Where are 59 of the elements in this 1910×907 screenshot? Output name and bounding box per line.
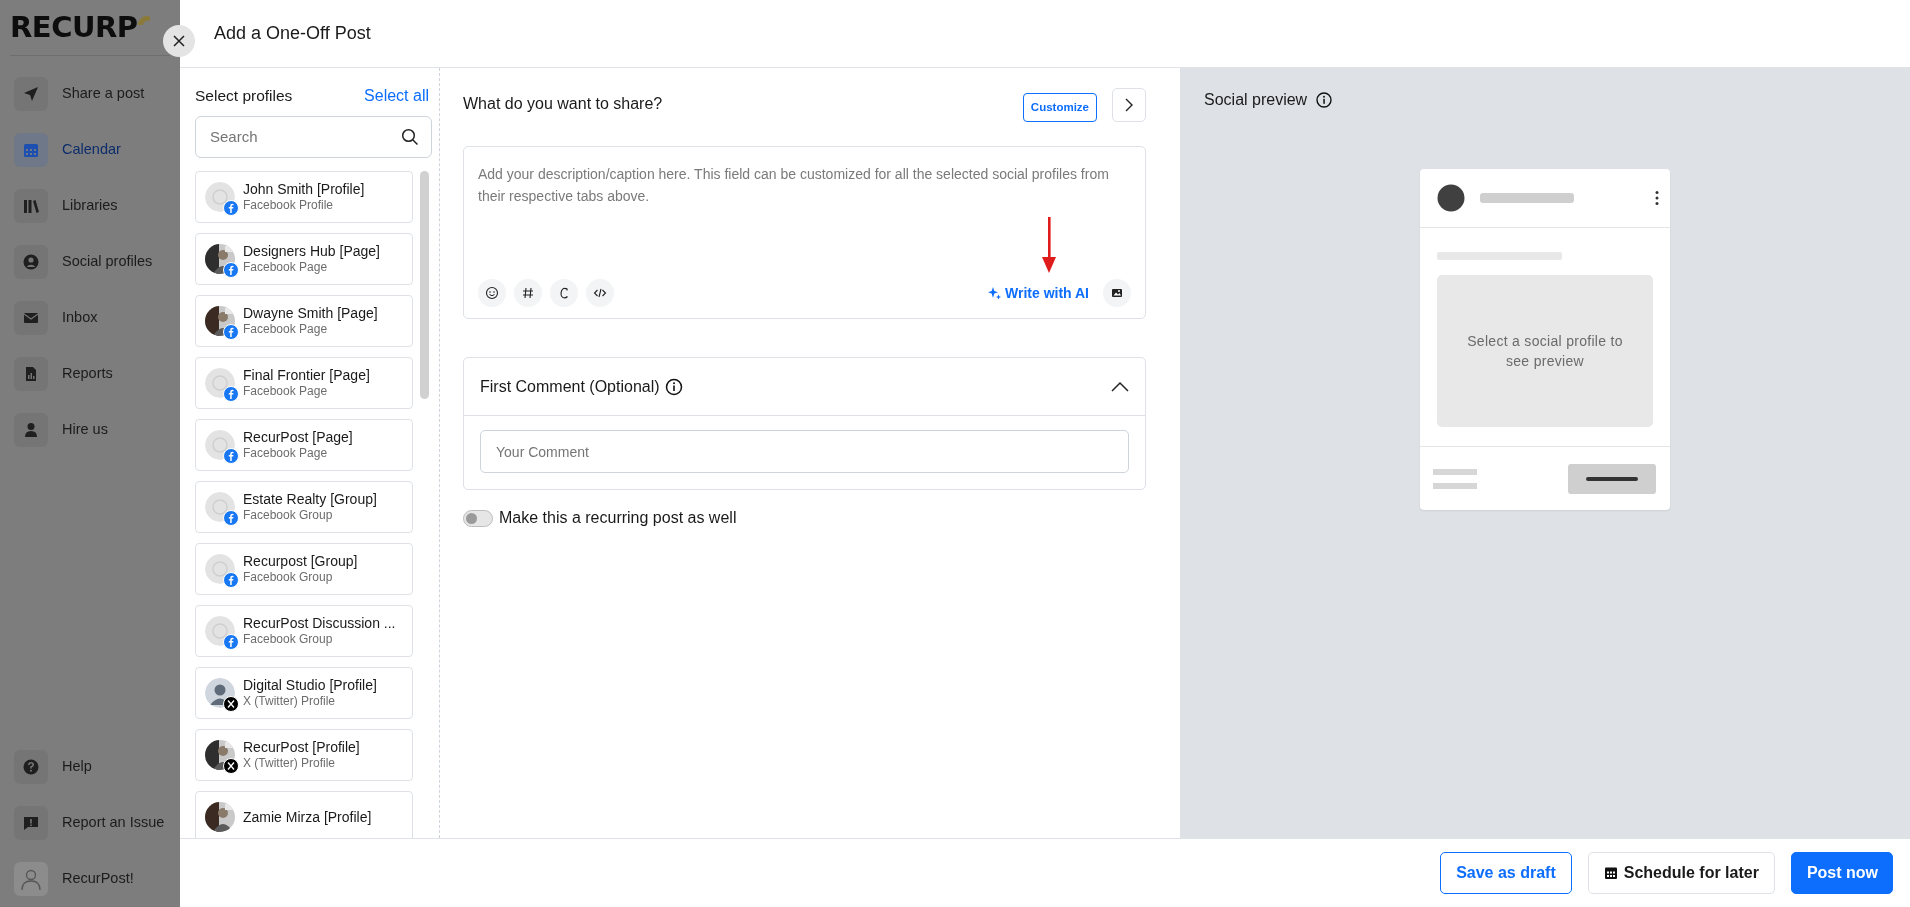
caption-editor[interactable]: Add your description/caption here. This field can be customized for all the selected social profiles from their respective tabs above. Write with AI: [463, 146, 1146, 319]
profile-card[interactable]: Digital Studio [Profile] X (Twitter) Profile: [195, 667, 413, 719]
profile-name: Dwayne Smith [Page]: [243, 305, 378, 322]
profile-card[interactable]: Estate Realty [Group] Facebook Group: [195, 481, 413, 533]
toggle-label: Make this a recurring post as well: [499, 508, 737, 528]
nav-label[interactable]: Hire us: [62, 419, 108, 441]
profile-card[interactable]: RecurPost [Page] Facebook Page: [195, 419, 413, 471]
profile-card[interactable]: RecurPost [Profile] X (Twitter) Profile: [195, 729, 413, 781]
nav-label[interactable]: Report an Issue: [62, 812, 165, 834]
search-field[interactable]: Search: [195, 116, 432, 158]
schedule-button[interactable]: Schedule for later: [1587, 852, 1775, 894]
profile-card[interactable]: Designers Hub [Page] Facebook Page: [195, 233, 413, 285]
profile-name: RecurPost [Profile]: [243, 739, 360, 756]
profile-type: Facebook Page: [243, 384, 329, 399]
nav-label[interactable]: Libraries: [62, 195, 118, 217]
profile-type: Facebook Page: [243, 322, 329, 337]
profile-name: Designers Hub [Page]: [243, 243, 380, 260]
profile-name: Estate Realty [Group]: [243, 491, 377, 508]
section-title: What do you want to share?: [463, 94, 663, 114]
nav-label[interactable]: Inbox: [62, 307, 98, 329]
post-now-button[interactable]: Post now: [1790, 852, 1893, 894]
preview-message: Select a social profile to see preview: [1437, 275, 1653, 427]
customize-button[interactable]: Customize: [1022, 93, 1097, 122]
select-all-link[interactable]: Select all: [364, 84, 429, 108]
profile-name: Zamie Mirza [Profile]: [243, 808, 372, 826]
profile-card[interactable]: John Smith [Profile] Facebook Profile: [195, 171, 413, 223]
profile-type: Facebook Profile: [243, 198, 335, 213]
profile-type: Facebook Group: [243, 508, 334, 523]
section-title: Select profiles: [195, 86, 293, 107]
save-draft-button[interactable]: Save as draft: [1440, 852, 1572, 894]
nav-label[interactable]: Reports: [62, 363, 113, 385]
profile-card[interactable]: Recurpost [Group] Facebook Group: [195, 543, 413, 595]
nav-label[interactable]: Calendar: [62, 139, 121, 161]
profile-type: X (Twitter) Profile: [243, 694, 336, 709]
nav-label[interactable]: Social profiles: [62, 251, 153, 273]
panel-title: First Comment (Optional): [480, 376, 660, 397]
write-with-ai-button[interactable]: Write with AI: [987, 282, 1089, 304]
profile-card[interactable]: Final Frontier [Page] Facebook Page: [195, 357, 413, 409]
profile-type: Facebook Page: [243, 446, 329, 461]
profile-name: RecurPost [Page]: [243, 429, 353, 446]
profile-card[interactable]: RecurPost Discussion ... Facebook Group: [195, 605, 413, 657]
nav-label[interactable]: Help: [62, 756, 92, 778]
logo-text: RECURP: [10, 8, 138, 46]
profile-name: Digital Studio [Profile]: [243, 677, 377, 694]
section-title: Social preview: [1204, 90, 1308, 110]
modal-title: Add a One-Off Post: [214, 22, 371, 45]
profile-type: Facebook Group: [243, 570, 334, 585]
profile-type: Facebook Group: [243, 632, 334, 647]
profile-card[interactable]: Zamie Mirza [Profile]: [195, 791, 413, 838]
profile-name: RecurPost Discussion ...: [243, 615, 396, 632]
profile-type: X (Twitter) Profile: [243, 756, 336, 771]
user-name[interactable]: RecurPost!: [62, 868, 134, 890]
nav-label[interactable]: Share a post: [62, 83, 145, 105]
comment-field[interactable]: Your Comment: [480, 430, 1129, 473]
profile-name: Recurpost [Group]: [243, 553, 358, 570]
profile-name: John Smith [Profile]: [243, 181, 365, 198]
profile-type: Facebook Page: [243, 260, 329, 275]
profile-name: Final Frontier [Page]: [243, 367, 370, 384]
profile-card[interactable]: Dwayne Smith [Page] Facebook Page: [195, 295, 413, 347]
